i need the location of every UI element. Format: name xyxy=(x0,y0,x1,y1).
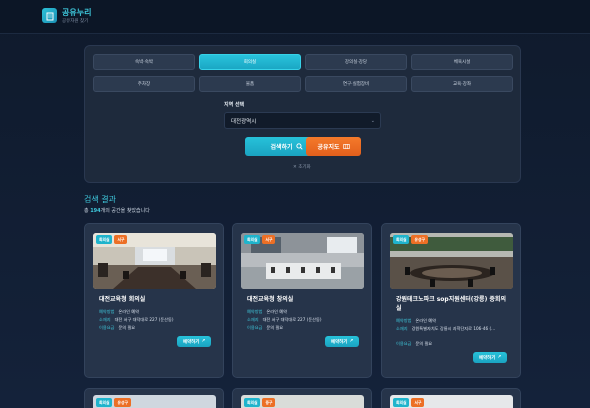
info-key: 예약방법 xyxy=(247,309,263,314)
building-icon[interactable] xyxy=(42,8,57,23)
badge-group: 회의실 유성구 xyxy=(96,398,131,407)
category-button[interactable]: 물품 xyxy=(199,76,301,92)
district-badge: 서구 xyxy=(262,235,276,244)
brand-subtitle: 공유자원 찾기 xyxy=(62,19,89,24)
result-card[interactable]: 회의실 서구 xyxy=(381,388,521,408)
info-value: 문의 필요 xyxy=(266,325,284,330)
map-button-label: 공유지도 xyxy=(317,144,340,151)
region-label: 지역 선택 xyxy=(224,102,245,108)
close-icon: ✕ xyxy=(293,165,297,170)
info-key: 이용요금 xyxy=(396,341,412,346)
map-icon xyxy=(342,144,350,149)
category-button[interactable]: 체육시설 xyxy=(411,54,513,70)
reserve-button-label: 예약하기 xyxy=(478,355,496,361)
category-badge: 회의실 xyxy=(96,235,113,244)
badge-group: 회의실 서구 xyxy=(244,235,276,244)
result-card[interactable]: 회의실 유성구 강원테크노파크 sop지원센터(강릉) 중회의실 예약방법 온라인… xyxy=(381,223,521,378)
badge-group: 회의실 서구 xyxy=(96,235,128,244)
category-button[interactable]: 주차장 xyxy=(93,76,195,92)
info-key: 소재지 xyxy=(99,317,111,322)
info-value: 온라인 예약 xyxy=(415,318,437,323)
district-badge: 서구 xyxy=(411,398,425,407)
info-key: 예약방법 xyxy=(99,309,115,314)
reserve-button[interactable]: 예약하기 ↗ xyxy=(325,336,359,347)
category-badge: 회의실 xyxy=(244,235,261,244)
result-card[interactable]: 회의실 중구 xyxy=(232,388,372,408)
info-key: 소재지 xyxy=(247,317,259,322)
info-row: 소재지 대전 서구 대덕대로 227 (둔산동) xyxy=(99,317,174,323)
info-row: 예약방법 온라인 예약 xyxy=(396,318,436,324)
external-link-icon: ↗ xyxy=(349,339,354,344)
badge-group: 회의실 유성구 xyxy=(393,235,428,244)
reserve-button-label: 예약하기 xyxy=(330,339,348,345)
badge-group: 회의실 서구 xyxy=(393,398,425,407)
category-button[interactable]: 연구·실험장비 xyxy=(305,76,407,92)
app-header: 공유누리 공유자원 찾기 xyxy=(0,0,590,34)
district-badge: 중구 xyxy=(262,398,276,407)
info-value: 대전 서구 대덕대로 227 (둔산동) xyxy=(114,317,174,322)
info-value: 온라인 예약 xyxy=(266,309,288,314)
district-badge: 유성구 xyxy=(114,398,131,407)
reset-label: 초기화 xyxy=(298,165,311,170)
card-title[interactable]: 대전교육청 창의실 xyxy=(247,295,361,304)
category-button-active[interactable]: 회의실 xyxy=(199,54,301,70)
district-badge: 유성구 xyxy=(411,235,428,244)
category-button[interactable]: 교육·강좌 xyxy=(411,76,513,92)
info-value: 대전 서구 대덕대로 227 (둔산동) xyxy=(262,317,322,322)
result-card[interactable]: 회의실 서구 대전교육청 창의실 예약방법 온라인 예약 소재지 대전 서구 대덕대… xyxy=(232,223,372,378)
reserve-button[interactable]: 예약하기 ↗ xyxy=(473,352,507,363)
chevron-down-icon: ⌄ xyxy=(370,118,375,124)
region-value: 대전광역시 xyxy=(231,118,257,125)
map-button[interactable]: 공유지도 xyxy=(306,137,361,156)
info-value: 문의 필요 xyxy=(118,325,136,330)
result-card[interactable]: 회의실 서구 대전교육청 회의실 예약방법 온라인 예약 소재지 대전 서구 대덕대… xyxy=(84,223,224,378)
info-value: 온라인 예약 xyxy=(118,309,140,314)
info-key: 예약방법 xyxy=(396,318,412,323)
info-key: 이용요금 xyxy=(247,325,263,330)
info-value: 강원특별자치도 강릉시 과학단지로 106-46 (... xyxy=(411,326,496,331)
info-row: 예약방법 온라인 예약 xyxy=(247,309,287,315)
category-badge: 회의실 xyxy=(96,398,113,407)
district-badge: 서구 xyxy=(114,235,128,244)
category-badge: 회의실 xyxy=(244,398,261,407)
brand-title[interactable]: 공유누리 xyxy=(62,7,91,18)
results-count: 총 194개의 공간을 찾았습니다 xyxy=(84,207,150,214)
info-key: 소재지 xyxy=(396,326,408,331)
info-row: 소재지 대전 서구 대덕대로 227 (둔산동) xyxy=(247,317,322,323)
results-count-suffix: 개의 공간을 찾았습니다 xyxy=(100,208,150,214)
category-button[interactable]: 숙박·숙박 xyxy=(93,54,195,70)
info-row: 예약방법 온라인 예약 xyxy=(99,309,139,315)
search-button-label: 검색하기 xyxy=(270,144,293,151)
card-title[interactable]: 대전교육청 회의실 xyxy=(99,295,213,304)
info-row: 이용요금 문의 필요 xyxy=(99,325,135,331)
reserve-button-label: 예약하기 xyxy=(182,339,200,345)
results-title: 검색 결과 xyxy=(84,195,116,204)
category-grid: 숙박·숙박 회의실 강의실·강당 체육시설 주차장 물품 연구·실험장비 교육·… xyxy=(93,54,513,92)
external-link-icon: ↗ xyxy=(201,339,206,344)
info-row: 이용요금 문의 필요 xyxy=(247,325,283,331)
badge-group: 회의실 중구 xyxy=(244,398,276,407)
category-badge: 회의실 xyxy=(393,398,410,407)
region-select[interactable]: 대전광역시 ⌄ xyxy=(224,112,381,129)
search-icon xyxy=(295,143,303,150)
category-badge: 회의실 xyxy=(393,235,410,244)
category-button[interactable]: 강의실·강당 xyxy=(305,54,407,70)
info-value: 문의 필요 xyxy=(415,341,433,346)
results-count-number: 194 xyxy=(90,208,101,214)
card-title[interactable]: 강원테크노파크 sop지원센터(강릉) 중회의실 xyxy=(396,295,510,313)
result-card[interactable]: 회의실 유성구 xyxy=(84,388,224,408)
info-row: 이용요금 문의 필요 xyxy=(396,341,432,347)
external-link-icon: ↗ xyxy=(497,355,502,360)
info-row: 소재지 강원특별자치도 강릉시 과학단지로 106-46 (... xyxy=(396,326,514,332)
reserve-button[interactable]: 예약하기 ↗ xyxy=(177,336,211,347)
search-panel: 숙박·숙박 회의실 강의실·강당 체육시설 주차장 물품 연구·실험장비 교육·… xyxy=(84,45,521,183)
info-key: 이용요금 xyxy=(99,325,115,330)
reset-link[interactable]: ✕ 초기화 xyxy=(293,164,311,170)
